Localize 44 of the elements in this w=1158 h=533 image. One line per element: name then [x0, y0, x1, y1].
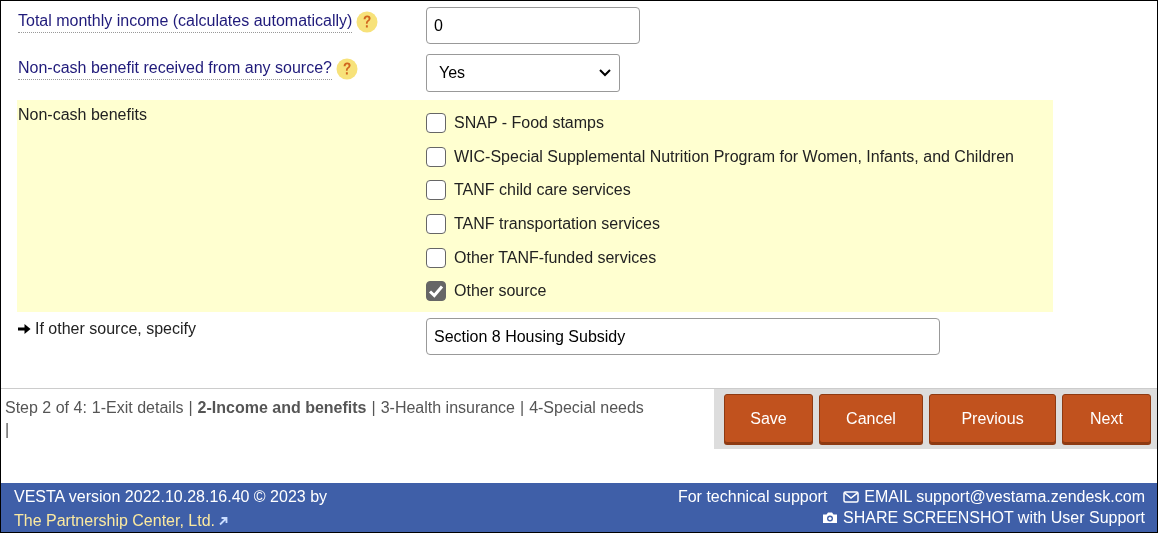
version-text: VESTA version 2022.10.28.16.40 © 2023 by: [14, 487, 328, 507]
separator-text: |: [188, 398, 193, 419]
email-link[interactable]: EMAIL support@vestama.zendesk.com: [843, 486, 1145, 507]
chevron-icon: [599, 69, 611, 77]
checkbox-label[interactable]: TANF transportation services: [454, 214, 660, 233]
step-link[interactable]: 4-Special needs: [529, 397, 644, 420]
checkbox-label[interactable]: Other TANF-funded services: [454, 248, 657, 267]
other-source-field[interactable]: Section 8 Housing Subsidy: [426, 318, 940, 356]
separator-text: |: [519, 398, 525, 419]
envelope-icon: [843, 490, 860, 503]
checkbox[interactable]: [426, 213, 446, 234]
income-field[interactable]: 0: [426, 7, 640, 44]
action-button[interactable]: Save: [724, 394, 813, 444]
checkbox-label[interactable]: WIC-Special Supplemental Nutrition Program for Women, Infants, and Children: [454, 147, 1014, 166]
field-label: Total monthly income (calculates automatically): [18, 11, 353, 33]
company-link[interactable]: The Partnership Center, Ltd.: [14, 509, 228, 532]
support-text: For technical support: [677, 487, 828, 507]
camera-icon: [822, 511, 838, 524]
checkbox[interactable]: [426, 180, 446, 201]
separator-text: |: [371, 398, 376, 419]
step-indicator: Step 2 of 4:: [5, 398, 87, 419]
checkbox[interactable]: [426, 146, 446, 167]
action-button[interactable]: Cancel: [819, 394, 923, 444]
checkbox-label[interactable]: SNAP - Food stamps: [454, 113, 604, 132]
help-icon[interactable]: [335, 58, 358, 80]
step-link[interactable]: 1-Exit details: [91, 397, 184, 420]
step-link[interactable]: 3-Health insurance: [380, 397, 515, 420]
action-button[interactable]: Next: [1062, 394, 1151, 444]
checkbox-label[interactable]: TANF child care services: [454, 181, 631, 200]
checkbox[interactable]: [426, 247, 446, 268]
checkbox-label[interactable]: Other source: [454, 282, 547, 301]
checkbox[interactable]: [426, 112, 446, 133]
field-label: Non-cash benefit received from any source?: [18, 58, 332, 80]
step-link[interactable]: 2-Income and benefits: [197, 397, 367, 420]
field-label: Non-cash benefits: [18, 106, 147, 124]
external-link-icon: [218, 515, 228, 526]
checkbox[interactable]: [426, 281, 446, 302]
arrow-icon: [18, 323, 31, 336]
help-icon[interactable]: [356, 11, 379, 33]
benefit-select[interactable]: Yes: [426, 54, 620, 92]
action-button[interactable]: Previous: [929, 394, 1056, 444]
separator-text: |: [5, 420, 10, 441]
share-screenshot-link[interactable]: SHARE SCREENSHOT with User Support: [822, 507, 1145, 528]
field-label: If other source, specify: [35, 320, 196, 339]
